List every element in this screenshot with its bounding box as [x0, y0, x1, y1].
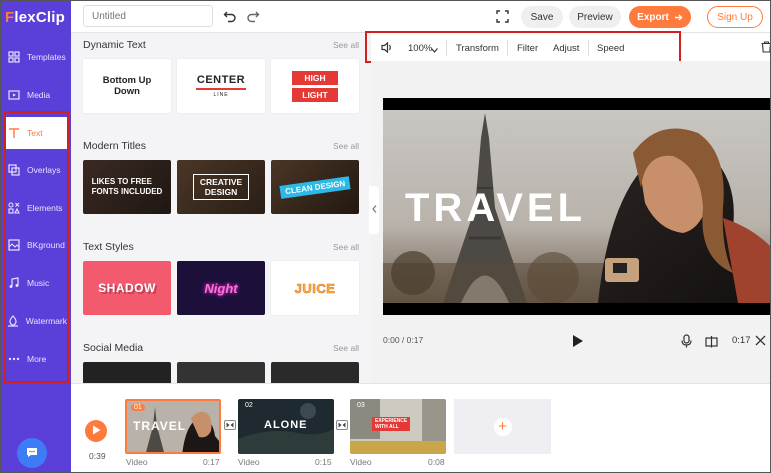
clip-duration-label: 0:17 — [203, 457, 220, 467]
social-template-2[interactable] — [177, 362, 265, 383]
section-title-dynamic-text: Dynamic Text — [83, 39, 146, 51]
timeline-clip-3[interactable]: 03 EXPERIENCE WITH ALL — [350, 399, 446, 454]
title-template-clean-design[interactable]: CLEAN DESIGN — [271, 160, 359, 214]
text-template-bottom-up-down[interactable]: Bottom Up Down — [83, 59, 171, 113]
media-icon — [7, 88, 21, 102]
clip-type-label: Video — [126, 457, 148, 467]
transition-icon[interactable] — [224, 420, 236, 430]
style-template-shadow[interactable]: SHADOW — [83, 261, 171, 315]
play-icon[interactable] — [572, 334, 584, 348]
text-library-panel: Dynamic Text See all Bottom Up Down CENT… — [71, 33, 371, 383]
clip-number: 03 — [357, 402, 365, 409]
clip-type-label: Video — [350, 457, 372, 467]
flexclip-logo[interactable]: FlexClip — [5, 9, 65, 26]
see-all-text-styles[interactable]: See all — [333, 242, 359, 252]
split-icon[interactable] — [705, 335, 718, 348]
clip-number: 02 — [245, 402, 253, 409]
social-template-3[interactable] — [271, 362, 359, 383]
chat-icon — [25, 445, 39, 462]
title-template-free-fonts[interactable]: LIKES TO FREE FONTS INCLUDED — [83, 160, 171, 214]
section-title-social-media: Social Media — [83, 342, 144, 354]
clip-duration: 0:17 — [732, 335, 751, 346]
collapse-panel-handle[interactable] — [369, 186, 379, 234]
clip-title-text: EXPERIENCE WITH ALL — [372, 417, 411, 431]
section-title-text-styles: Text Styles — [83, 241, 134, 253]
text-template-highlight[interactable]: HIGH LIGHT — [271, 59, 359, 113]
close-icon[interactable] — [755, 335, 766, 346]
add-clip-button[interactable]: + — [454, 399, 551, 454]
play-icon — [92, 425, 101, 438]
style-template-juice[interactable]: JUICE — [271, 261, 359, 315]
timeline-clip-2[interactable]: 02 ALONE — [238, 399, 334, 454]
chevron-left-icon — [371, 205, 377, 215]
clip-type-label: Video — [238, 457, 260, 467]
clip-title-text: ALONE — [264, 419, 308, 431]
export-button[interactable]: Export — [629, 6, 691, 28]
text-template-center-line[interactable]: CENTER LINE — [177, 59, 265, 113]
chat-button[interactable] — [17, 438, 47, 468]
social-template-1[interactable] — [83, 362, 171, 383]
sidebar-item-templates[interactable]: Templates — [5, 41, 67, 73]
project-title-input[interactable] — [83, 5, 213, 27]
clip-number: 01 — [131, 404, 145, 411]
transition-icon[interactable] — [336, 420, 348, 430]
timeline-play-button[interactable] — [85, 420, 107, 442]
see-all-social-media[interactable]: See all — [333, 343, 359, 353]
style-template-night[interactable]: Night — [177, 261, 265, 315]
playback-time: 0:00 / 0:17 — [383, 335, 424, 345]
toolbar-highlight-box — [365, 31, 681, 63]
see-all-dynamic-text[interactable]: See all — [333, 40, 359, 50]
section-title-modern-titles: Modern Titles — [83, 140, 147, 152]
clip-title-text: TRAVEL — [133, 419, 187, 433]
sidebar-item-media[interactable]: Media — [5, 79, 67, 111]
fullscreen-icon[interactable] — [496, 10, 509, 23]
top-bar: Save Preview Export Sign Up — [71, 1, 770, 33]
video-title-overlay[interactable]: TRAVEL — [405, 186, 586, 231]
clip-duration-label: 0:15 — [315, 457, 332, 467]
plus-icon: + — [493, 417, 512, 436]
trash-icon[interactable] — [761, 41, 770, 53]
timeline-total-time: 0:39 — [89, 451, 106, 461]
title-template-creative-design[interactable]: CREATIVE DESIGN — [177, 160, 265, 214]
redo-icon[interactable] — [246, 9, 260, 23]
timeline-clip-1[interactable]: 01 TRAVEL — [125, 399, 221, 454]
save-button[interactable]: Save — [521, 6, 563, 28]
microphone-icon[interactable] — [681, 334, 692, 348]
signup-button[interactable]: Sign Up — [707, 6, 763, 28]
video-preview[interactable]: TRAVEL — [383, 98, 770, 315]
arrow-right-icon — [674, 13, 683, 22]
app-window: FlexClip Templates Media Text Overlays E… — [0, 0, 771, 473]
undo-icon[interactable] — [223, 9, 237, 23]
clip-duration-label: 0:08 — [428, 457, 445, 467]
preview-button[interactable]: Preview — [569, 6, 621, 28]
templates-icon — [7, 50, 21, 64]
sidebar-highlight-box — [4, 111, 69, 383]
see-all-modern-titles[interactable]: See all — [333, 141, 359, 151]
